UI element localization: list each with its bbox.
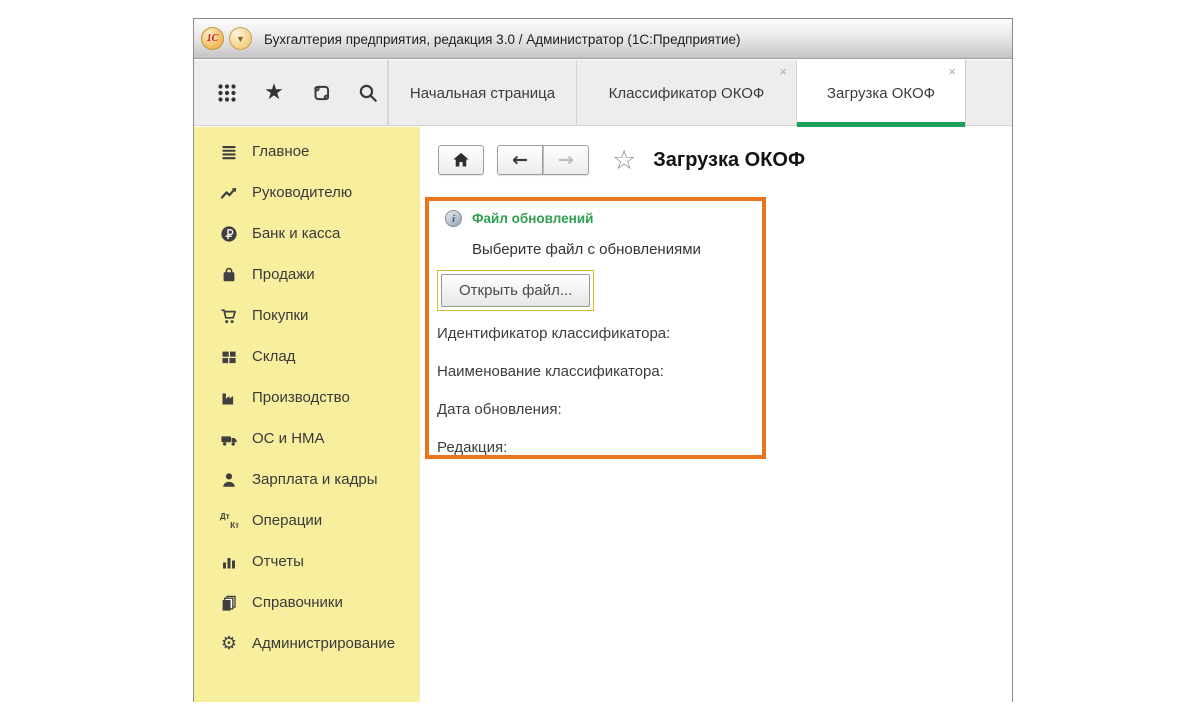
sections-sidebar: Главное Руководителю Банк и касса Продаж… bbox=[194, 127, 420, 702]
sidebar-item-label: Администрирование bbox=[252, 635, 396, 652]
sidebar-item-administration[interactable]: ⚙ Администрирование bbox=[194, 623, 420, 664]
sidebar-item-label: Банк и касса bbox=[252, 225, 341, 242]
sidebar-item-label: Справочники bbox=[252, 594, 343, 611]
back-arrow-icon: ← bbox=[512, 148, 528, 171]
home-button[interactable] bbox=[438, 145, 484, 175]
sidebar-item-label: Главное bbox=[252, 143, 310, 160]
history-scroll-icon[interactable] bbox=[309, 81, 333, 105]
window-title: Бухгалтерия предприятия, редакция 3.0 / … bbox=[264, 31, 741, 47]
main-menu-icon bbox=[219, 142, 239, 162]
sidebar-item-label: Склад bbox=[252, 348, 296, 365]
panel-title: Файл обновлений bbox=[472, 211, 594, 226]
purchases-cart-icon bbox=[219, 306, 239, 326]
sidebar-item-manager[interactable]: Руководителю bbox=[194, 172, 420, 213]
production-factory-icon bbox=[219, 388, 239, 408]
revision-label: Редакция: bbox=[437, 439, 508, 456]
update-date-label: Дата обновления: bbox=[437, 401, 562, 418]
file-prompt-text: Выберите файл с обновлениями bbox=[472, 241, 701, 258]
manager-trend-icon bbox=[219, 183, 239, 203]
forward-arrow-icon: → bbox=[558, 148, 574, 171]
classifier-name-label: Наименование классификатора: bbox=[437, 363, 664, 380]
window-titlebar: 1С ▼ Бухгалтерия предприятия, редакция 3… bbox=[194, 19, 1012, 59]
main-menu-dropdown-button[interactable]: ▼ bbox=[229, 27, 252, 50]
favorites-star-icon[interactable]: ★ bbox=[262, 81, 286, 105]
warehouse-boxes-icon bbox=[219, 347, 239, 367]
sidebar-item-production[interactable]: Производство bbox=[194, 377, 420, 418]
sidebar-item-label: Отчеты bbox=[252, 553, 304, 570]
open-file-button[interactable]: Открыть файл... bbox=[441, 274, 590, 307]
admin-gear-icon: ⚙ bbox=[220, 632, 238, 654]
tab-okof-load[interactable]: Загрузка ОКОФ × bbox=[796, 60, 966, 127]
sidebar-item-label: Операции bbox=[252, 512, 323, 529]
open-file-button-focus-ring: Открыть файл... bbox=[437, 270, 594, 311]
window-body: Главное Руководителю Банк и касса Продаж… bbox=[194, 127, 1012, 702]
update-file-panel: i Файл обновлений Выберите файл с обновл… bbox=[425, 197, 766, 459]
sidebar-item-label: Производство bbox=[252, 389, 350, 406]
forward-button[interactable]: → bbox=[543, 145, 589, 175]
1c-logo-button[interactable]: 1С bbox=[201, 27, 224, 50]
sidebar-item-label: Покупки bbox=[252, 307, 309, 324]
close-icon[interactable]: × bbox=[948, 65, 956, 78]
sidebar-item-main[interactable]: Главное bbox=[194, 131, 420, 172]
screenshot-stage: 1С ▼ Бухгалтерия предприятия, редакция 3… bbox=[0, 0, 1200, 720]
app-window: 1С ▼ Бухгалтерия предприятия, редакция 3… bbox=[193, 18, 1013, 702]
sidebar-item-label: Руководителю bbox=[252, 184, 353, 201]
sidebar-item-catalogs[interactable]: Справочники bbox=[194, 582, 420, 623]
sidebar-item-label: Продажи bbox=[252, 266, 315, 283]
sidebar-item-hr-payroll[interactable]: Зарплата и кадры bbox=[194, 459, 420, 500]
quick-toolbar: ★ bbox=[194, 60, 388, 126]
back-button[interactable]: ← bbox=[497, 145, 543, 175]
sidebar-item-operations[interactable]: Дт Кт Операции bbox=[194, 500, 420, 541]
sidebar-item-reports[interactable]: Отчеты bbox=[194, 541, 420, 582]
close-icon[interactable]: × bbox=[779, 65, 787, 78]
sidebar-item-warehouse[interactable]: Склад bbox=[194, 336, 420, 377]
home-icon bbox=[453, 152, 469, 167]
sidebar-item-label: Зарплата и кадры bbox=[252, 471, 378, 488]
sidebar-item-fixed-assets[interactable]: ОС и НМА bbox=[194, 418, 420, 459]
hr-person-icon bbox=[219, 470, 239, 490]
classifier-fields: Идентификатор классификатора: Наименован… bbox=[437, 325, 762, 456]
favorite-toggle-star-icon[interactable]: ☆ bbox=[612, 147, 636, 174]
navigation-row: ← → ☆ Загрузка ОКОФ bbox=[438, 145, 805, 175]
sidebar-item-sales[interactable]: Продажи bbox=[194, 254, 420, 295]
panel-header-row: i Файл обновлений bbox=[437, 210, 762, 227]
main-content: ← → ☆ Загрузка ОКОФ i Файл обновлений Вы… bbox=[420, 127, 1012, 702]
tab-toolbar-row: ★ Начальная страница Классификатор ОКОФ … bbox=[194, 60, 1012, 127]
tab-home-page[interactable]: Начальная страница bbox=[388, 60, 576, 126]
info-icon: i bbox=[445, 210, 462, 227]
tab-okof-load-label: Загрузка ОКОФ bbox=[826, 84, 936, 102]
sidebar-item-bank-cash[interactable]: Банк и касса bbox=[194, 213, 420, 254]
classifier-id-label: Идентификатор классификатора: bbox=[437, 325, 671, 342]
search-icon[interactable] bbox=[356, 81, 380, 105]
tab-okof-classifier[interactable]: Классификатор ОКОФ × bbox=[576, 60, 796, 126]
tab-okof-classifier-label: Классификатор ОКОФ bbox=[608, 84, 765, 102]
reports-chart-icon bbox=[219, 552, 239, 572]
fixed-assets-truck-icon bbox=[219, 429, 239, 449]
sidebar-item-label: ОС и НМА bbox=[252, 430, 325, 447]
operations-dtkt-icon: Дт Кт bbox=[220, 511, 239, 530]
sidebar-item-purchases[interactable]: Покупки bbox=[194, 295, 420, 336]
catalogs-books-icon bbox=[219, 593, 239, 613]
sales-bag-icon bbox=[219, 265, 239, 285]
history-nav-group: ← → bbox=[497, 145, 589, 175]
apps-grid-icon[interactable] bbox=[215, 81, 239, 105]
page-title: Загрузка ОКОФ bbox=[653, 148, 806, 171]
bank-ruble-icon bbox=[219, 224, 239, 244]
